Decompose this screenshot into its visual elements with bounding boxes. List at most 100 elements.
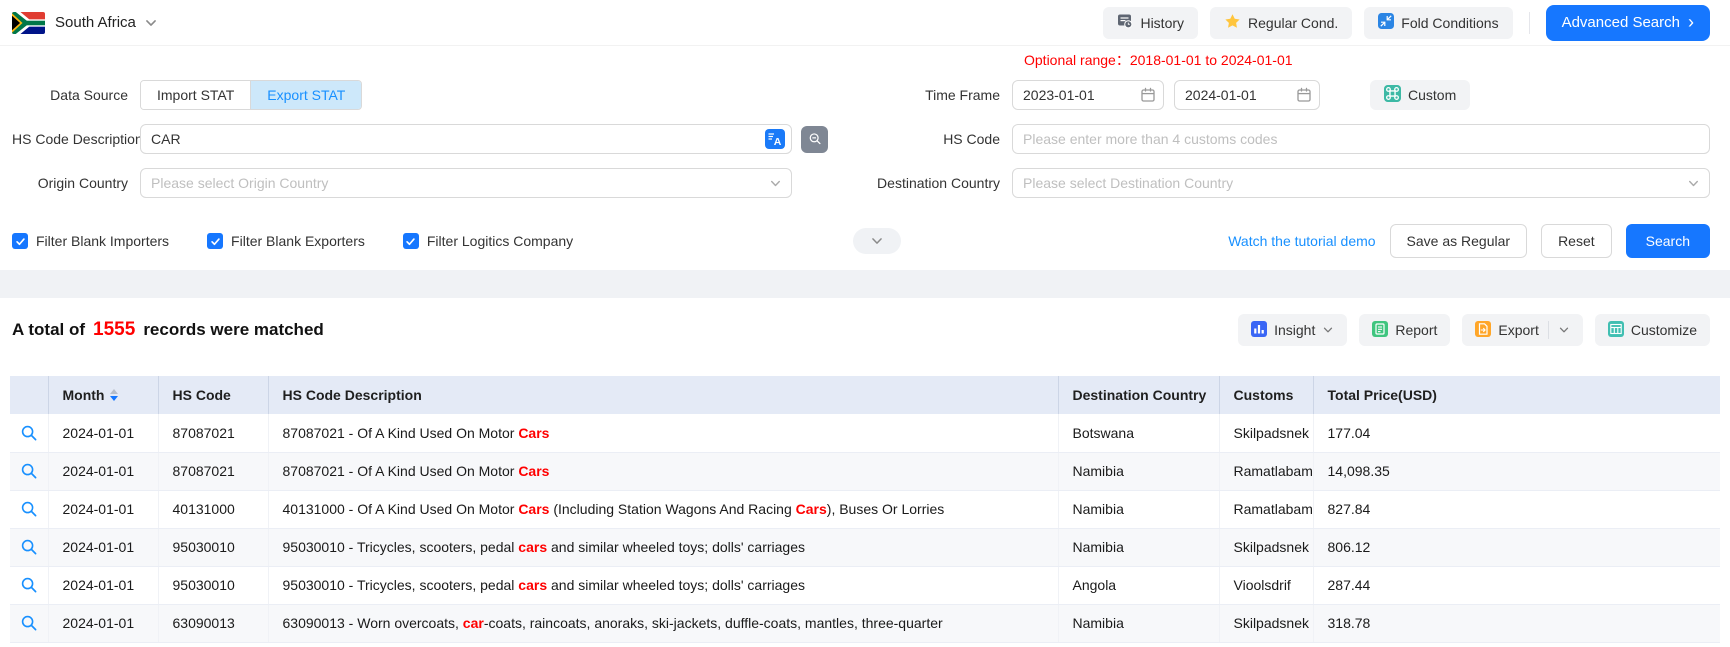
regular-cond-button[interactable]: Regular Cond.: [1210, 7, 1352, 39]
month-header-label: Month: [63, 387, 105, 403]
time-frame-label: Time Frame: [852, 87, 1012, 103]
row-detail-cell: [10, 566, 48, 604]
advanced-search-button[interactable]: Advanced Search ›: [1546, 5, 1710, 41]
table-body: 2024-01-018708702187087021 - Of A Kind U…: [10, 414, 1720, 642]
report-icon: [1372, 321, 1388, 340]
cell-customs: Ramatlabam: [1219, 490, 1313, 528]
row-search-icon[interactable]: [20, 424, 38, 442]
cell-month: 2024-01-01: [48, 566, 158, 604]
results-section: A total of 1555 records were matched Ins…: [0, 312, 1730, 643]
filter-right-column: Optional range：2018-01-01 to 2024-01-01 …: [852, 50, 1710, 198]
table-header-row: Month HS Code HS Code Description Destin…: [10, 376, 1720, 414]
table-row: 2024-01-018708702187087021 - Of A Kind U…: [10, 414, 1720, 452]
cell-description: 40131000 - Of A Kind Used On Motor Cars …: [268, 490, 1058, 528]
row-detail-cell: [10, 490, 48, 528]
cell-month: 2024-01-01: [48, 604, 158, 642]
row-search-icon[interactable]: [20, 614, 38, 632]
checkbox-label: Filter Logitics Company: [427, 233, 573, 249]
search-button[interactable]: Search: [1626, 224, 1710, 258]
import-stat-tab[interactable]: Import STAT: [141, 81, 251, 109]
filter-blank-importers-checkbox[interactable]: Filter Blank Importers: [12, 233, 169, 249]
cell-destination: Namibia: [1058, 528, 1219, 566]
row-detail-cell: [10, 528, 48, 566]
export-stat-tab[interactable]: Export STAT: [251, 81, 361, 109]
total-price-column-header: Total Price(USD): [1313, 376, 1720, 414]
checkbox-checked-icon: [207, 233, 223, 249]
cell-description: 95030010 - Tricycles, scooters, pedal ca…: [268, 528, 1058, 566]
cell-customs: Skilpadsnek: [1219, 414, 1313, 452]
hs-description-column-header: HS Code Description: [268, 376, 1058, 414]
insight-icon: [1251, 321, 1267, 340]
translate-icon[interactable]: A: [765, 129, 785, 149]
origin-country-select[interactable]: [140, 168, 792, 198]
checkbox-label: Filter Blank Importers: [36, 233, 169, 249]
customize-button[interactable]: Customize: [1595, 314, 1710, 346]
country-selector-label[interactable]: South Africa: [55, 14, 136, 31]
export-chevron-down-icon: [1558, 324, 1570, 336]
south-africa-flag-icon: [12, 12, 45, 34]
calendar-icon: [1140, 87, 1156, 103]
row-search-icon[interactable]: [20, 538, 38, 556]
cell-total: 318.78: [1313, 604, 1720, 642]
hs-description-label: HS Code Description: [12, 131, 140, 147]
row-search-icon[interactable]: [20, 576, 38, 594]
export-button[interactable]: Export: [1462, 314, 1582, 346]
collapse-filters-button[interactable]: [853, 228, 901, 254]
save-as-regular-button[interactable]: Save as Regular: [1390, 224, 1528, 258]
origin-country-label: Origin Country: [12, 175, 140, 191]
origin-chevron-down-icon: [769, 177, 782, 190]
cell-hs-code: 40131000: [158, 490, 268, 528]
month-column-header[interactable]: Month: [48, 376, 158, 414]
hs-code-column-header: HS Code: [158, 376, 268, 414]
export-icon: [1475, 321, 1491, 340]
cell-month: 2024-01-01: [48, 528, 158, 566]
cell-hs-code: 87087021: [158, 414, 268, 452]
country-chevron-down-icon[interactable]: [144, 16, 158, 30]
table-row: 2024-01-016309001363090013 - Worn overco…: [10, 604, 1720, 642]
cell-total: 287.44: [1313, 566, 1720, 604]
destination-country-select[interactable]: [1012, 168, 1710, 198]
history-icon: [1117, 13, 1133, 32]
cell-month: 2024-01-01: [48, 414, 158, 452]
row-detail-cell: [10, 604, 48, 642]
advanced-search-arrow-icon: ›: [1688, 13, 1694, 31]
destination-column-header: Destination Country: [1058, 376, 1219, 414]
insight-button[interactable]: Insight: [1238, 314, 1347, 346]
filter-actions-row: Filter Blank Importers Filter Blank Expo…: [12, 224, 1710, 258]
fold-conditions-button[interactable]: Fold Conditions: [1364, 7, 1512, 39]
report-button[interactable]: Report: [1359, 314, 1450, 346]
insight-label: Insight: [1274, 322, 1315, 338]
cell-total: 14,098.35: [1313, 452, 1720, 490]
cell-description: 87087021 - Of A Kind Used On Motor Cars: [268, 414, 1058, 452]
row-search-icon[interactable]: [20, 500, 38, 518]
filter-blank-exporters-checkbox[interactable]: Filter Blank Exporters: [207, 233, 365, 249]
hs-description-input[interactable]: [140, 124, 792, 154]
search-filter-panel: Data Source Import STAT Export STAT HS C…: [0, 46, 1730, 270]
cell-total: 177.04: [1313, 414, 1720, 452]
customize-label: Customize: [1631, 322, 1697, 338]
checkbox-checked-icon: [403, 233, 419, 249]
checkbox-label: Filter Blank Exporters: [231, 233, 365, 249]
custom-range-button[interactable]: Custom: [1370, 80, 1470, 110]
star-icon: [1224, 13, 1241, 33]
custom-range-label: Custom: [1408, 87, 1456, 103]
results-total-count: 1555: [93, 319, 135, 341]
filter-logitics-company-checkbox[interactable]: Filter Logitics Company: [403, 233, 573, 249]
cell-total: 827.84: [1313, 490, 1720, 528]
table-row: 2024-01-014013100040131000 - Of A Kind U…: [10, 490, 1720, 528]
month-sort-icon[interactable]: [110, 389, 118, 401]
reset-button[interactable]: Reset: [1541, 224, 1612, 258]
svg-text:A: A: [774, 136, 782, 148]
hs-code-label: HS Code: [852, 131, 1012, 147]
results-table: Month HS Code HS Code Description Destin…: [10, 376, 1720, 643]
calendar-icon: [1296, 87, 1312, 103]
hs-code-input[interactable]: [1012, 124, 1710, 154]
row-search-icon[interactable]: [20, 462, 38, 480]
tutorial-demo-link[interactable]: Watch the tutorial demo: [1228, 233, 1375, 249]
cell-customs: Skilpadsnek: [1219, 604, 1313, 642]
advanced-search-label: Advanced Search: [1562, 14, 1680, 31]
insight-chevron-down-icon: [1322, 324, 1334, 336]
cell-hs-code: 95030010: [158, 528, 268, 566]
history-button[interactable]: History: [1103, 7, 1198, 39]
exclude-search-icon[interactable]: [801, 126, 828, 153]
